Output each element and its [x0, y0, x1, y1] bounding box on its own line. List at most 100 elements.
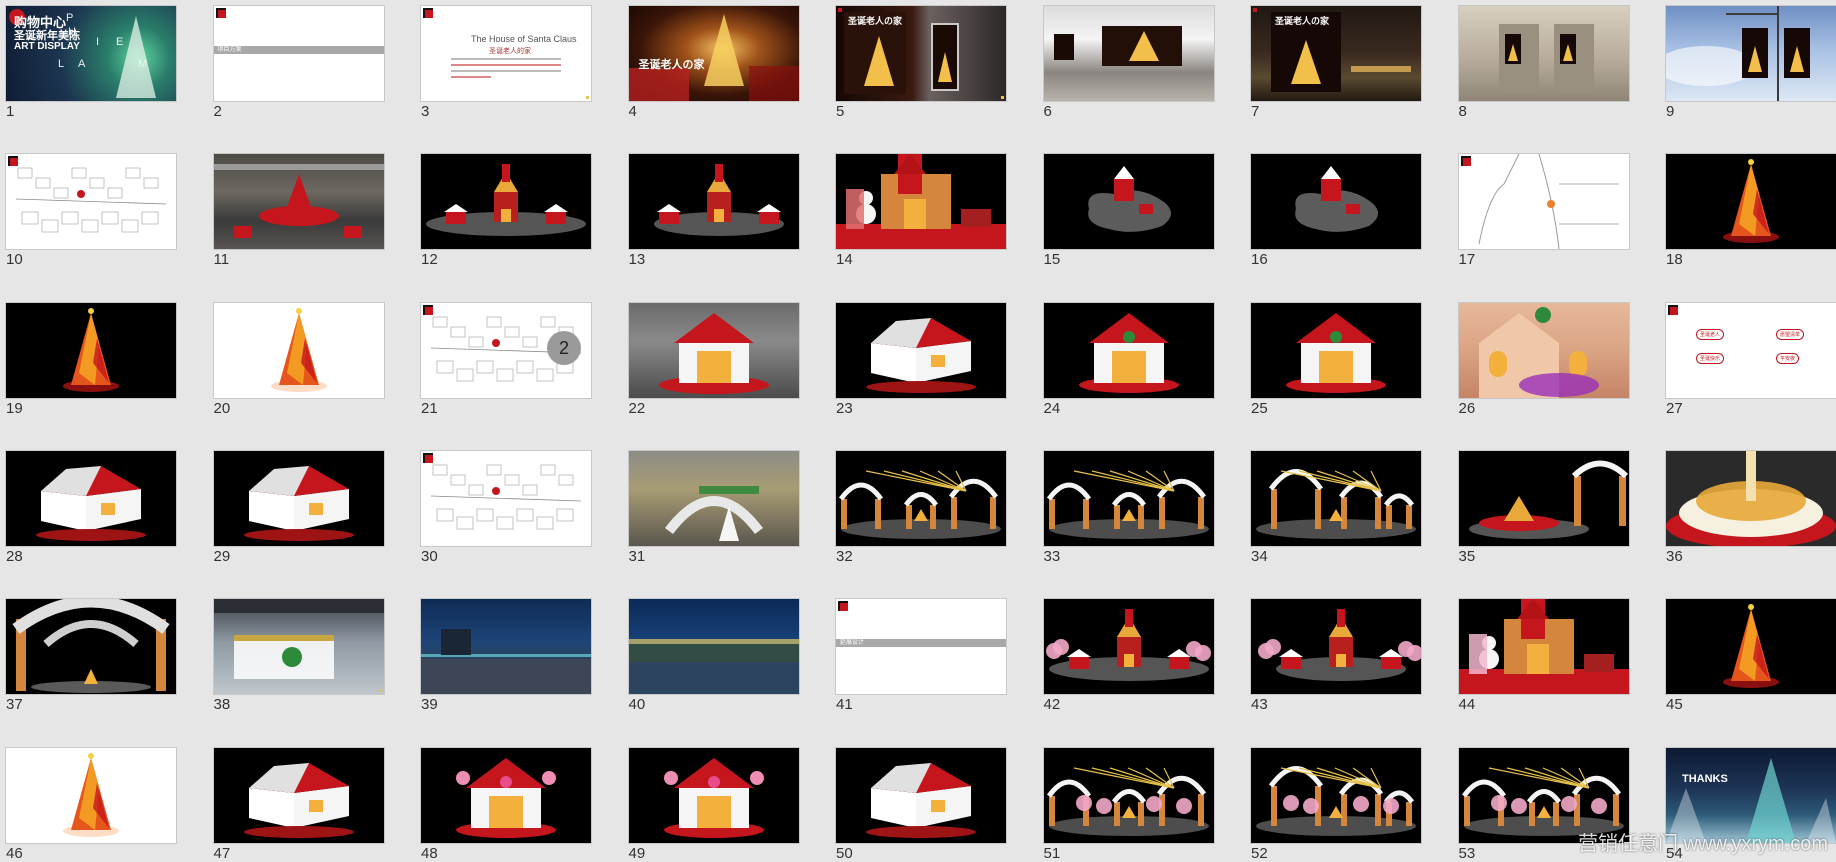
slide-40-preview[interactable] [627, 598, 800, 696]
slide-10-preview[interactable] [5, 153, 177, 251]
slide-thumbnail[interactable]: 圣诞老人の家 5 [835, 5, 1007, 125]
slide-18-preview[interactable] [1665, 153, 1836, 251]
slide-35-preview[interactable] [1457, 449, 1630, 547]
slide-thumbnail[interactable]: 16 [1250, 153, 1422, 273]
slide-thumbnail[interactable]: 48 [420, 746, 592, 862]
slide-thumbnail[interactable]: 34 [1250, 449, 1422, 570]
slide-thumbnail[interactable]: 11 [212, 153, 385, 273]
slide-thumbnail[interactable]: 13 [627, 153, 800, 273]
slide-19-preview[interactable] [5, 301, 177, 399]
slide-thumbnail[interactable]: 6 [1042, 5, 1215, 125]
slide-49-preview[interactable] [627, 746, 800, 844]
slide-45-preview[interactable] [1665, 598, 1836, 696]
slide-31-preview[interactable] [627, 449, 800, 547]
slide-thumbnail[interactable]: 50 [835, 746, 1007, 862]
slide-thumbnail[interactable]: 购物中心圣诞新年美陈ART DISPLAYPHIELAM1 [5, 5, 177, 125]
slide-13-preview[interactable] [627, 153, 800, 251]
slide-thumbnail[interactable]: 43 [1250, 598, 1422, 718]
slide-14-preview[interactable] [835, 153, 1007, 251]
slide-43-preview[interactable] [1250, 598, 1422, 696]
slide-thumbnail[interactable]: 圣诞老人 愿望清单 圣诞快乐 平安夜 27 [1665, 301, 1836, 422]
slide-thumbnail[interactable]: 26 [1457, 301, 1630, 422]
slide-thumbnail[interactable]: 49 [627, 746, 800, 862]
slide-39-preview[interactable] [420, 598, 592, 696]
slide-thumbnail[interactable]: 35 [1457, 449, 1630, 570]
slide-3-preview[interactable]: The House of Santa Claus 圣诞老人的家 [420, 5, 592, 102]
slide-thumbnail[interactable]: 20 [212, 301, 385, 422]
slide-thumbnail[interactable]: 9 [1665, 5, 1836, 125]
slide-thumbnail[interactable]: 18 [1665, 153, 1836, 273]
slide-23-preview[interactable] [835, 301, 1007, 399]
slide-47-preview[interactable] [212, 746, 385, 844]
slide-thumbnail[interactable]: 8 [1457, 5, 1630, 125]
slide-thumbnail[interactable]: 项目方案 2 [212, 5, 385, 125]
slide-thumbnail[interactable]: 47 [212, 746, 385, 862]
slide-12-preview[interactable] [420, 153, 592, 251]
slide-thumbnail[interactable]: 31 [627, 449, 800, 570]
slide-thumbnail[interactable]: 圣诞老人の家 7 [1250, 5, 1422, 125]
slide-21-preview[interactable]: 2 [420, 301, 592, 399]
slide-25-preview[interactable] [1250, 301, 1422, 399]
slide-29-preview[interactable] [212, 449, 385, 547]
slide-thumbnail[interactable]: 19 [5, 301, 177, 422]
slide-15-preview[interactable] [1042, 153, 1215, 251]
slide-thumbnail[interactable]: 33 [1042, 449, 1215, 570]
slide-17-preview[interactable] [1457, 153, 1630, 251]
slide-thumbnail[interactable]: 45 [1665, 598, 1836, 718]
slide-thumbnail[interactable]: 51 [1042, 746, 1215, 862]
slide-thumbnail[interactable]: 37 [5, 598, 177, 718]
slide-41-preview[interactable]: 延展设计 [835, 598, 1007, 696]
slide-26-preview[interactable] [1457, 301, 1630, 399]
slide-7-preview[interactable]: 圣诞老人の家 [1250, 5, 1422, 102]
slide-thumbnail[interactable]: 29 [212, 449, 385, 570]
slide-28-preview[interactable] [5, 449, 177, 547]
slide-thumbnail[interactable]: 24 [1042, 301, 1215, 422]
slide-5-preview[interactable]: 圣诞老人の家 [835, 5, 1007, 102]
slide-34-preview[interactable] [1250, 449, 1422, 547]
slide-thumbnail[interactable]: The House of Santa Claus 圣诞老人的家 3 [420, 5, 592, 125]
slide-11-preview[interactable] [212, 153, 385, 251]
slide-24-preview[interactable] [1042, 301, 1215, 399]
slide-30-preview[interactable] [420, 449, 592, 547]
slide-48-preview[interactable] [420, 746, 592, 844]
slide-thumbnail[interactable]: 52 [1250, 746, 1422, 862]
slide-thumbnail[interactable]: 延展设计 41 [835, 598, 1007, 718]
slide-thumbnail[interactable]: 12 [420, 153, 592, 273]
slide-52-preview[interactable] [1250, 746, 1422, 844]
slide-thumbnail[interactable]: 36 [1665, 449, 1836, 570]
slide-44-preview[interactable] [1457, 598, 1630, 696]
slide-thumbnail[interactable]: 30 [420, 449, 592, 570]
slide-thumbnail[interactable]: 46 [5, 746, 177, 862]
slide-6-preview[interactable] [1042, 5, 1215, 102]
slide-1-preview[interactable]: 购物中心圣诞新年美陈ART DISPLAYPHIELAM [5, 5, 177, 102]
slide-thumbnail[interactable]: 40 [627, 598, 800, 718]
slide-thumbnail[interactable]: 44 [1457, 598, 1630, 718]
slide-36-preview[interactable] [1665, 449, 1836, 547]
slide-32-preview[interactable] [835, 449, 1007, 547]
slide-16-preview[interactable] [1250, 153, 1422, 251]
slide-42-preview[interactable] [1042, 598, 1215, 696]
slide-20-preview[interactable] [212, 301, 385, 399]
slide-50-preview[interactable] [835, 746, 1007, 844]
slide-thumbnail[interactable]: 圣诞老人の家 4 [627, 5, 800, 125]
slide-2-preview[interactable]: 项目方案 [212, 5, 385, 102]
slide-38-preview[interactable] [212, 598, 385, 696]
slide-46-preview[interactable] [5, 746, 177, 844]
slide-27-preview[interactable]: 圣诞老人 愿望清单 圣诞快乐 平安夜 [1665, 301, 1836, 399]
slide-thumbnail[interactable]: 42 [1042, 598, 1215, 718]
slide-37-preview[interactable] [5, 598, 177, 696]
slide-thumbnail[interactable]: 22 [627, 301, 800, 422]
slide-thumbnail[interactable]: 39 [420, 598, 592, 718]
slide-thumbnail[interactable]: 14 [835, 153, 1007, 273]
slide-8-preview[interactable] [1457, 5, 1630, 102]
slide-thumbnail[interactable]: 23 [835, 301, 1007, 422]
slide-thumbnail[interactable]: 32 [835, 449, 1007, 570]
slide-thumbnail[interactable]: 38 [212, 598, 385, 718]
slide-51-preview[interactable] [1042, 746, 1215, 844]
slide-thumbnail[interactable]: 25 [1250, 301, 1422, 422]
slide-9-preview[interactable] [1665, 5, 1836, 102]
slide-thumbnail[interactable]: 2 21 [420, 301, 592, 422]
slide-thumbnail[interactable]: 15 [1042, 153, 1215, 273]
slide-thumbnail[interactable]: 10 [5, 153, 177, 273]
slide-thumbnail[interactable]: 17 [1457, 153, 1630, 273]
